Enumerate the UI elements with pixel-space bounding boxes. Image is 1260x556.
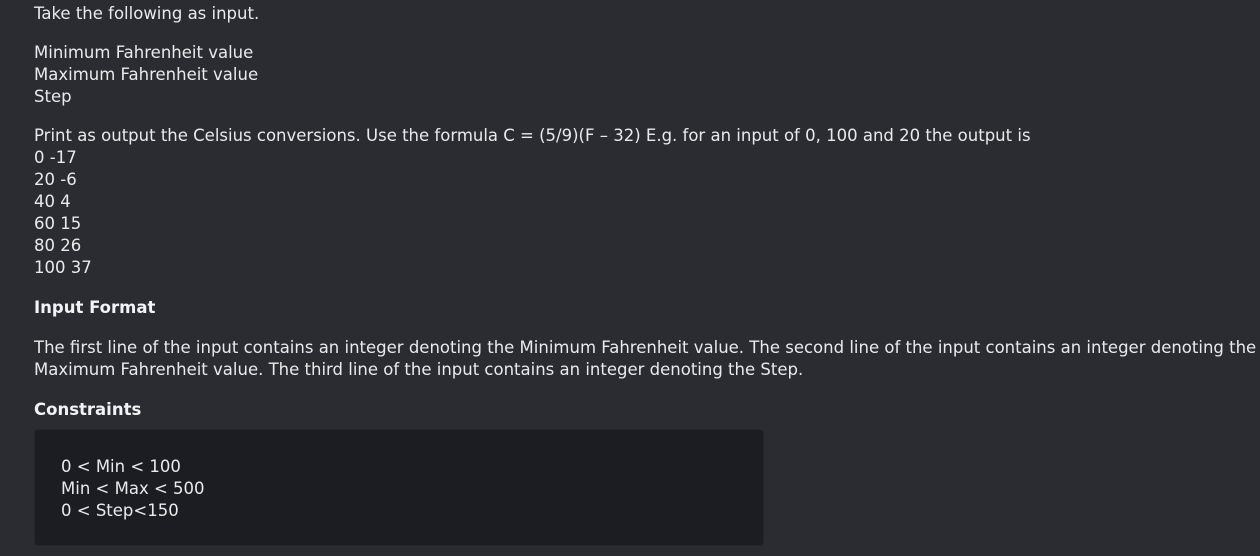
input-item: Minimum Fahrenheit value bbox=[34, 43, 254, 62]
intro-text: Take the following as input. bbox=[34, 4, 260, 23]
constraint-line: Min < Max < 500 bbox=[61, 479, 205, 498]
constraint-line: 0 < Step<150 bbox=[61, 501, 179, 520]
constraints-heading: Constraints bbox=[34, 400, 142, 419]
sample-output-line: 0 -17 bbox=[34, 148, 77, 167]
input-format-text: The first line of the input contains an … bbox=[34, 337, 1257, 381]
sample-output-line: 100 37 bbox=[34, 258, 92, 277]
problem-statement: Take the following as input. Minimum Fah… bbox=[34, 3, 1257, 421]
input-format-line: The first line of the input contains an … bbox=[34, 338, 1257, 357]
sample-output-line: 60 15 bbox=[34, 214, 82, 233]
constraints-code-block: 0 < Min < 100 Min < Max < 500 0 < Step<1… bbox=[34, 429, 764, 546]
sample-output-line: 20 -6 bbox=[34, 170, 77, 189]
input-format-line: Maximum Fahrenheit value. The third line… bbox=[34, 360, 804, 379]
input-list: Minimum Fahrenheit value Maximum Fahrenh… bbox=[34, 42, 1234, 108]
input-item: Maximum Fahrenheit value bbox=[34, 65, 259, 84]
sample-output: 0 -17 20 -6 40 4 60 15 80 26 100 37 bbox=[34, 147, 1234, 279]
constraint-line: 0 < Min < 100 bbox=[61, 457, 181, 476]
input-format-heading: Input Format bbox=[34, 298, 156, 317]
sample-output-line: 40 4 bbox=[34, 192, 71, 211]
sample-output-line: 80 26 bbox=[34, 236, 82, 255]
output-description: Print as output the Celsius conversions.… bbox=[34, 126, 1031, 145]
input-item: Step bbox=[34, 87, 72, 106]
